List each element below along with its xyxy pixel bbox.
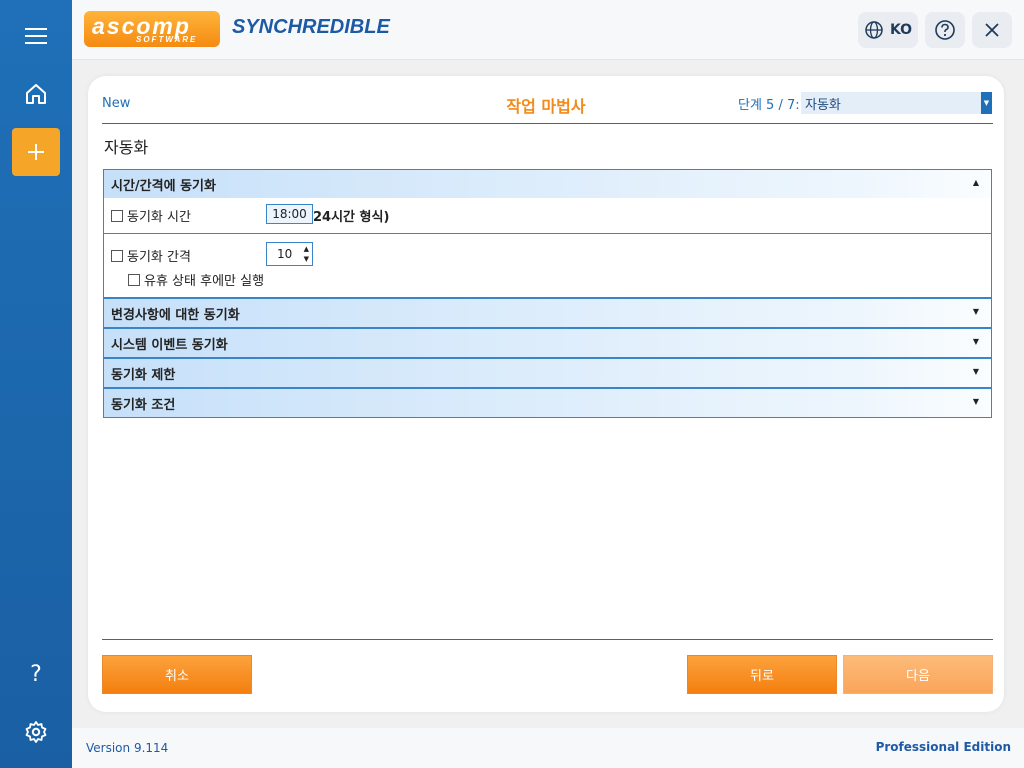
sync-time-label: 동기화 시간 (127, 210, 191, 225)
header: ascomp SOFTWARE SYNCHREDIBLE KO (72, 0, 1024, 60)
section-title: 자동화 (104, 138, 149, 157)
chevron-down-icon: ▼ (972, 397, 979, 406)
menu-icon (25, 28, 47, 44)
step-label: 단계 5 / 7: (738, 98, 800, 113)
version-label: Version 9.114 (86, 741, 169, 755)
stepper-arrows-icon[interactable]: ▲ ▼ (304, 244, 309, 264)
chevron-down-icon: ▼ (972, 367, 979, 376)
accordion-header-conditions[interactable]: 동기화 조건 ▼ (104, 389, 991, 417)
status-footer: Version 9.114 Professional Edition (72, 728, 1024, 768)
accordion-header-time-interval[interactable]: 시간/간격에 동기화 ▲ (104, 170, 991, 198)
globe-icon (865, 21, 883, 39)
accordion-header-changes[interactable]: 변경사항에 대한 동기화 ▼ (104, 299, 991, 327)
header-divider (102, 123, 993, 124)
accordion-time-interval: 시간/간격에 동기화 ▲ 동기화 시간 18:00 24시간 형식) 동기화 간… (103, 169, 992, 298)
help-sidebar-button[interactable]: ? (12, 650, 60, 698)
sync-interval-label: 동기화 간격 (127, 250, 191, 265)
sidebar: ? (0, 0, 72, 768)
edition-label: Professional Edition (875, 740, 1011, 754)
product-name: SYNCHREDIBLE (232, 16, 390, 38)
accordion-label: 동기화 제한 (111, 367, 176, 383)
chevron-down-icon: ▼ (972, 337, 979, 346)
accordion-header-system-events[interactable]: 시스템 이벤트 동기화 ▼ (104, 329, 991, 357)
accordion-conditions: 동기화 조건 ▼ (103, 388, 992, 418)
sync-time-checkbox[interactable] (111, 209, 123, 222)
help-button[interactable] (925, 12, 965, 48)
home-icon (26, 84, 46, 104)
chevron-up-icon: ▲ (972, 178, 979, 187)
step-select[interactable]: 자동화 ▼ (801, 92, 992, 114)
idle-only-checkbox[interactable] (128, 273, 140, 286)
settings-button[interactable] (12, 708, 60, 756)
wizard-card: New 작업 마법사 단계 5 / 7: 자동화 ▼ 자동화 시간/간격에 동기… (88, 76, 1004, 712)
accordion-limits: 동기화 제한 ▼ (103, 358, 992, 388)
menu-button[interactable] (12, 12, 60, 60)
accordion-header-limits[interactable]: 동기화 제한 ▼ (104, 359, 991, 387)
language-code: KO (889, 22, 913, 38)
idle-only-label: 유휴 상태 후에만 실행 (144, 274, 265, 289)
home-button[interactable] (12, 70, 60, 118)
accordion-label: 시간/간격에 동기화 (111, 178, 216, 194)
accordion-system-events: 시스템 이벤트 동기화 ▼ (103, 328, 992, 358)
interval-value: 10 (277, 247, 293, 261)
option-divider (104, 233, 991, 234)
sync-time-option[interactable]: 동기화 시간 (111, 206, 191, 225)
question-icon: ? (30, 661, 42, 687)
chevron-down-icon[interactable]: ▼ (981, 92, 992, 114)
close-icon (985, 23, 999, 37)
footer-divider (102, 639, 993, 640)
interval-stepper[interactable]: 10 ▲ ▼ (266, 242, 313, 266)
idle-only-option[interactable]: 유휴 상태 후에만 실행 (128, 270, 264, 289)
chevron-down-icon: ▼ (972, 307, 979, 316)
settings-icon (25, 721, 47, 743)
sync-interval-option[interactable]: 동기화 간격 (111, 246, 191, 265)
accordion-label: 시스템 이벤트 동기화 (111, 337, 228, 353)
logo-sub-text: SOFTWARE (136, 35, 198, 44)
add-job-button[interactable] (12, 128, 60, 176)
help-icon (935, 20, 955, 40)
close-button[interactable] (972, 12, 1012, 48)
next-button[interactable]: 다음 (843, 655, 993, 694)
accordion-changes: 변경사항에 대한 동기화 ▼ (103, 298, 992, 328)
sync-interval-checkbox[interactable] (111, 249, 123, 262)
ascomp-logo: ascomp SOFTWARE (84, 10, 220, 48)
cancel-button[interactable]: 취소 (102, 655, 252, 694)
sync-time-input[interactable]: 18:00 (266, 204, 313, 224)
step-select-value: 자동화 (805, 98, 841, 113)
language-button[interactable]: KO (858, 12, 918, 48)
plus-icon (28, 144, 44, 160)
time-format-hint: 24시간 형식) (313, 210, 390, 225)
accordion-label: 변경사항에 대한 동기화 (111, 307, 240, 323)
accordion-label: 동기화 조건 (111, 397, 176, 413)
back-button[interactable]: 뒤로 (687, 655, 837, 694)
